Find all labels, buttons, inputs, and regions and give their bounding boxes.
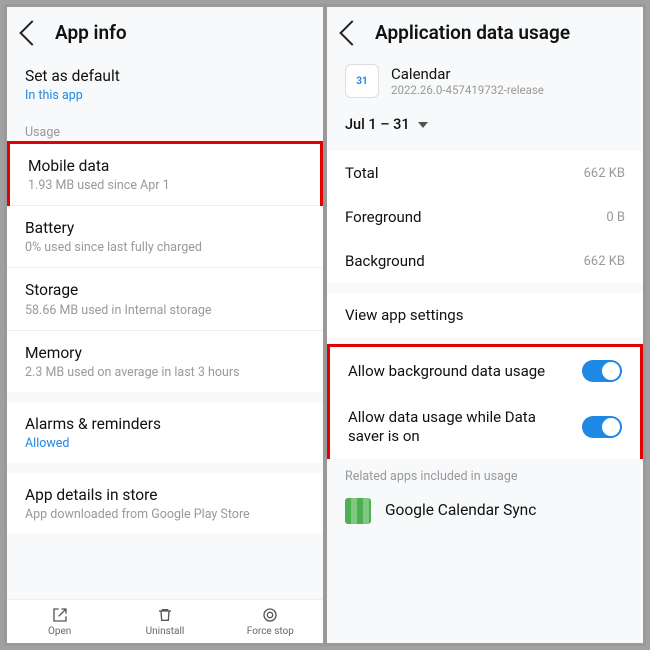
chevron-down-icon [418, 122, 428, 128]
back-icon[interactable] [19, 20, 44, 45]
open-button[interactable]: Open [7, 600, 112, 643]
calendar-sync-icon [345, 498, 371, 524]
app-header: 31 Calendar 2022.26.0-457419732-release [327, 54, 643, 108]
foreground-row: Foreground0 B [327, 195, 643, 239]
page-title: App info [55, 21, 127, 44]
highlight-mobile-data: Mobile data 1.93 MB used since Apr 1 [7, 141, 323, 209]
highlight-toggles: Allow background data usage Allow data u… [327, 344, 643, 462]
back-icon[interactable] [339, 20, 364, 45]
trash-icon [156, 606, 174, 624]
allow-data-saver-toggle[interactable]: Allow data usage while Data saver is on [330, 395, 640, 459]
open-icon [51, 606, 69, 624]
data-usage-pane: Application data usage 31 Calendar 2022.… [325, 5, 645, 645]
date-range-picker[interactable]: Jul 1 – 31 [327, 108, 643, 145]
app-name: Calendar [391, 65, 544, 83]
set-default-row[interactable]: Set as default In this app [7, 54, 323, 115]
toggle-on-icon[interactable] [582, 360, 622, 382]
app-details-row[interactable]: App details in store App downloaded from… [7, 473, 323, 534]
app-version: 2022.26.0-457419732-release [391, 83, 544, 97]
page-title: Application data usage [375, 21, 570, 44]
calendar-icon: 31 [345, 64, 379, 98]
mobile-data-row[interactable]: Mobile data 1.93 MB used since Apr 1 [10, 144, 320, 206]
battery-row[interactable]: Battery 0% used since last fully charged [7, 206, 323, 268]
total-row: Total662 KB [327, 151, 643, 195]
force-stop-icon [261, 606, 279, 624]
force-stop-button[interactable]: Force stop [218, 600, 323, 643]
uninstall-button[interactable]: Uninstall [112, 600, 217, 643]
background-row: Background662 KB [327, 239, 643, 283]
memory-row[interactable]: Memory 2.3 MB used on average in last 3 … [7, 331, 323, 392]
storage-row[interactable]: Storage 58.66 MB used in Internal storag… [7, 268, 323, 330]
toggle-on-icon[interactable] [582, 416, 622, 438]
usage-header: Usage [7, 115, 323, 144]
view-app-settings[interactable]: View app settings [327, 293, 643, 337]
app-info-pane: App info Set as default In this app Usag… [5, 5, 325, 645]
related-app-row[interactable]: Google Calendar Sync [327, 488, 643, 534]
alarms-row[interactable]: Alarms & reminders Allowed [7, 402, 323, 463]
allow-background-toggle[interactable]: Allow background data usage [330, 347, 640, 395]
related-header: Related apps included in usage [327, 459, 643, 488]
bottom-actions: Open Uninstall Force stop [7, 599, 323, 643]
